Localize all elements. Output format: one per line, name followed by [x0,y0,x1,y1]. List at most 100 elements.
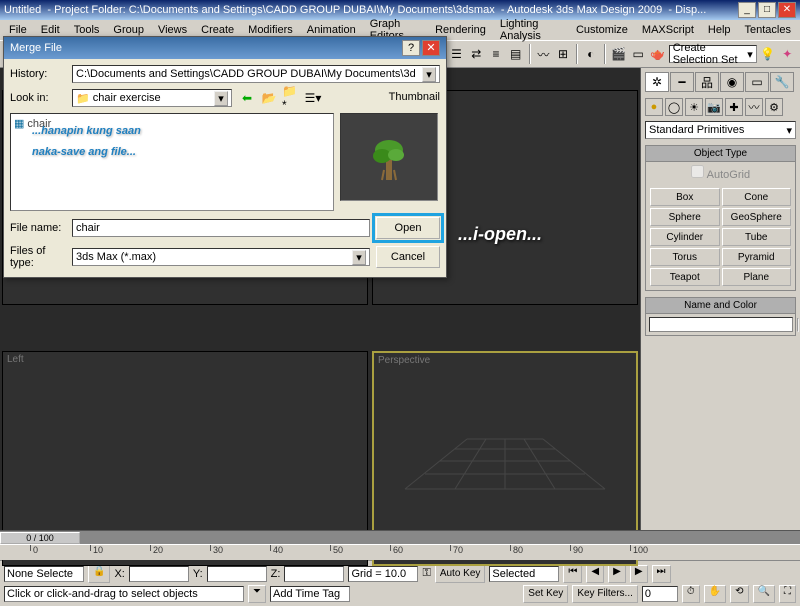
prim-tube-button[interactable]: Tube [722,228,792,246]
new-folder-icon[interactable]: 📁* [282,89,300,107]
prim-box-button[interactable]: Box [650,188,720,206]
menu-lighting[interactable]: Lighting Analysis [495,16,567,44]
prim-pyramid-button[interactable]: Pyramid [722,248,792,266]
prim-plane-button[interactable]: Plane [722,268,792,286]
minimize-button[interactable]: _ [738,2,756,18]
render-frame-icon[interactable]: ▭ [629,43,647,65]
thumbnail-label: Thumbnail [389,91,440,103]
view-menu-icon[interactable]: ☰▾ [304,89,322,107]
history-label: History: [10,68,66,80]
menu-tentacles[interactable]: Tentacles [740,22,796,38]
lock-icon[interactable]: 🔒 [88,565,110,583]
mirror-icon[interactable]: ⇄ [467,43,485,65]
next-frame-icon[interactable]: ▶ [630,565,648,583]
display-tab-icon[interactable]: ▭ [745,72,769,92]
geometry-icon[interactable]: ● [645,98,663,116]
schematic-icon[interactable]: ⊞ [554,43,572,65]
object-type-rollout: Object Type AutoGrid Box Cone Sphere Geo… [645,145,796,291]
menu-customize[interactable]: Customize [571,22,633,38]
material-icon[interactable]: ◐ [582,43,600,65]
selected-dropdown[interactable]: Selected [489,566,559,582]
maximize-button[interactable]: □ [758,2,776,18]
filename-input[interactable]: chair [72,219,370,237]
helpers-icon[interactable]: ✚ [725,98,743,116]
color-swatch[interactable] [797,318,799,332]
menu-help[interactable]: Help [703,22,736,38]
modify-tab-icon[interactable]: 🗕 [670,72,694,92]
render-setup-icon[interactable]: 🎬 [610,43,628,65]
prim-cone-button[interactable]: Cone [722,188,792,206]
history-dropdown[interactable]: C:\Documents and Settings\CADD GROUP DUB… [72,65,440,83]
title-extra: - Disp... [668,4,706,16]
command-panel: ✲ 🗕 品 ◉ ▭ 🔧 ● ◯ ☀ 📷 ✚ 〰 ⚙ Standard Primi… [640,68,800,530]
lights-icon[interactable]: ☀ [685,98,703,116]
help-icon[interactable]: ✦ [778,43,796,65]
create-subtabs: ● ◯ ☀ 📷 ✚ 〰 ⚙ [645,98,796,116]
dialog-close-icon[interactable]: ✕ [422,40,440,56]
menu-maxscript[interactable]: MAXScript [637,22,699,38]
autogrid-checkbox[interactable] [691,165,704,178]
perspective-grid-icon [385,389,625,529]
render-icon[interactable]: 🫖 [649,43,667,65]
filetype-dropdown[interactable]: 3ds Max (*.max)▾ [72,248,370,266]
dialog-help-icon[interactable]: ? [402,40,420,56]
systems-icon[interactable]: ⚙ [765,98,783,116]
name-color-rollout: Name and Color [645,297,796,336]
dialog-titlebar[interactable]: Merge File ? ✕ [4,37,446,59]
curve-editor-icon[interactable]: 〰 [535,43,553,65]
light-lister-icon[interactable]: 💡 [759,43,777,65]
hierarchy-tab-icon[interactable]: 品 [695,72,719,92]
status-prompt: Click or click-and-drag to select object… [4,586,244,602]
layers-icon[interactable]: ▤ [507,43,525,65]
max-file-icon: ▦ [14,117,24,130]
close-button[interactable]: ✕ [778,2,796,18]
goto-end-icon[interactable]: ⏭ [652,565,671,583]
nselect-icon[interactable]: ☰ [448,43,466,65]
back-icon[interactable]: ⬅ [238,89,256,107]
project-folder: - Project Folder: C:\Documents and Setti… [47,4,494,16]
filetype-label: Files of type: [10,245,66,269]
prim-torus-button[interactable]: Torus [650,248,720,266]
time-handle[interactable]: 0 / 100 [0,532,80,544]
primitive-category-dropdown[interactable]: Standard Primitives▾ [645,121,796,139]
create-tab-icon[interactable]: ✲ [645,72,669,92]
doc-title: Untitled [4,4,41,16]
y-input[interactable] [207,566,267,582]
x-input[interactable] [129,566,189,582]
cameras-icon[interactable]: 📷 [705,98,723,116]
spacewarps-icon[interactable]: 〰 [745,98,763,116]
frame-input[interactable]: 0 [642,586,678,602]
prim-geosphere-button[interactable]: GeoSphere [722,208,792,226]
play-icon[interactable]: ▶ [608,565,626,583]
object-name-input[interactable] [649,317,793,332]
chair-preview-icon [364,130,414,185]
panel-tabs: ✲ 🗕 品 ◉ ▭ 🔧 [645,72,796,92]
up-folder-icon[interactable]: 📂 [260,89,278,107]
prim-cylinder-button[interactable]: Cylinder [650,228,720,246]
z-input[interactable] [284,566,344,582]
selection-set-dropdown[interactable]: Create Selection Set▾ [669,45,757,63]
app-name: - Autodesk 3ds Max Design 2009 [501,4,662,16]
utilities-tab-icon[interactable]: 🔧 [770,72,794,92]
shapes-icon[interactable]: ◯ [665,98,683,116]
goto-start-icon[interactable]: ⏮ [563,565,582,583]
lookin-dropdown[interactable]: 📁 chair exercise▾ [72,89,232,107]
time-ruler[interactable]: 0 10 20 30 40 50 60 70 80 90 100 [0,544,800,560]
motion-tab-icon[interactable]: ◉ [720,72,744,92]
prim-sphere-button[interactable]: Sphere [650,208,720,226]
cancel-button[interactable]: Cancel [376,246,440,268]
add-time-tag[interactable]: Add Time Tag [270,586,350,602]
folder-icon: 📁 [76,92,90,105]
autokey-button[interactable]: Auto Key [435,565,486,583]
open-button[interactable]: Open [376,217,440,239]
prev-frame-icon[interactable]: ◀ [586,565,604,583]
time-slider[interactable]: 0 / 100 [0,530,800,544]
status-bar: None Selecte 🔒 X: Y: Z: Grid = 10.0 ⚿ Au… [0,560,800,606]
align-icon[interactable]: ≡ [487,43,505,65]
key-icon: ⚿ [422,567,430,580]
annotation-2: ...i-open... [458,224,542,245]
grid-info: Grid = 10.0 [348,566,418,582]
prim-teapot-button[interactable]: Teapot [650,268,720,286]
annotation-1: ...hanapin kung saannaka-save ang file..… [32,118,141,160]
thumbnail-preview [340,113,438,201]
